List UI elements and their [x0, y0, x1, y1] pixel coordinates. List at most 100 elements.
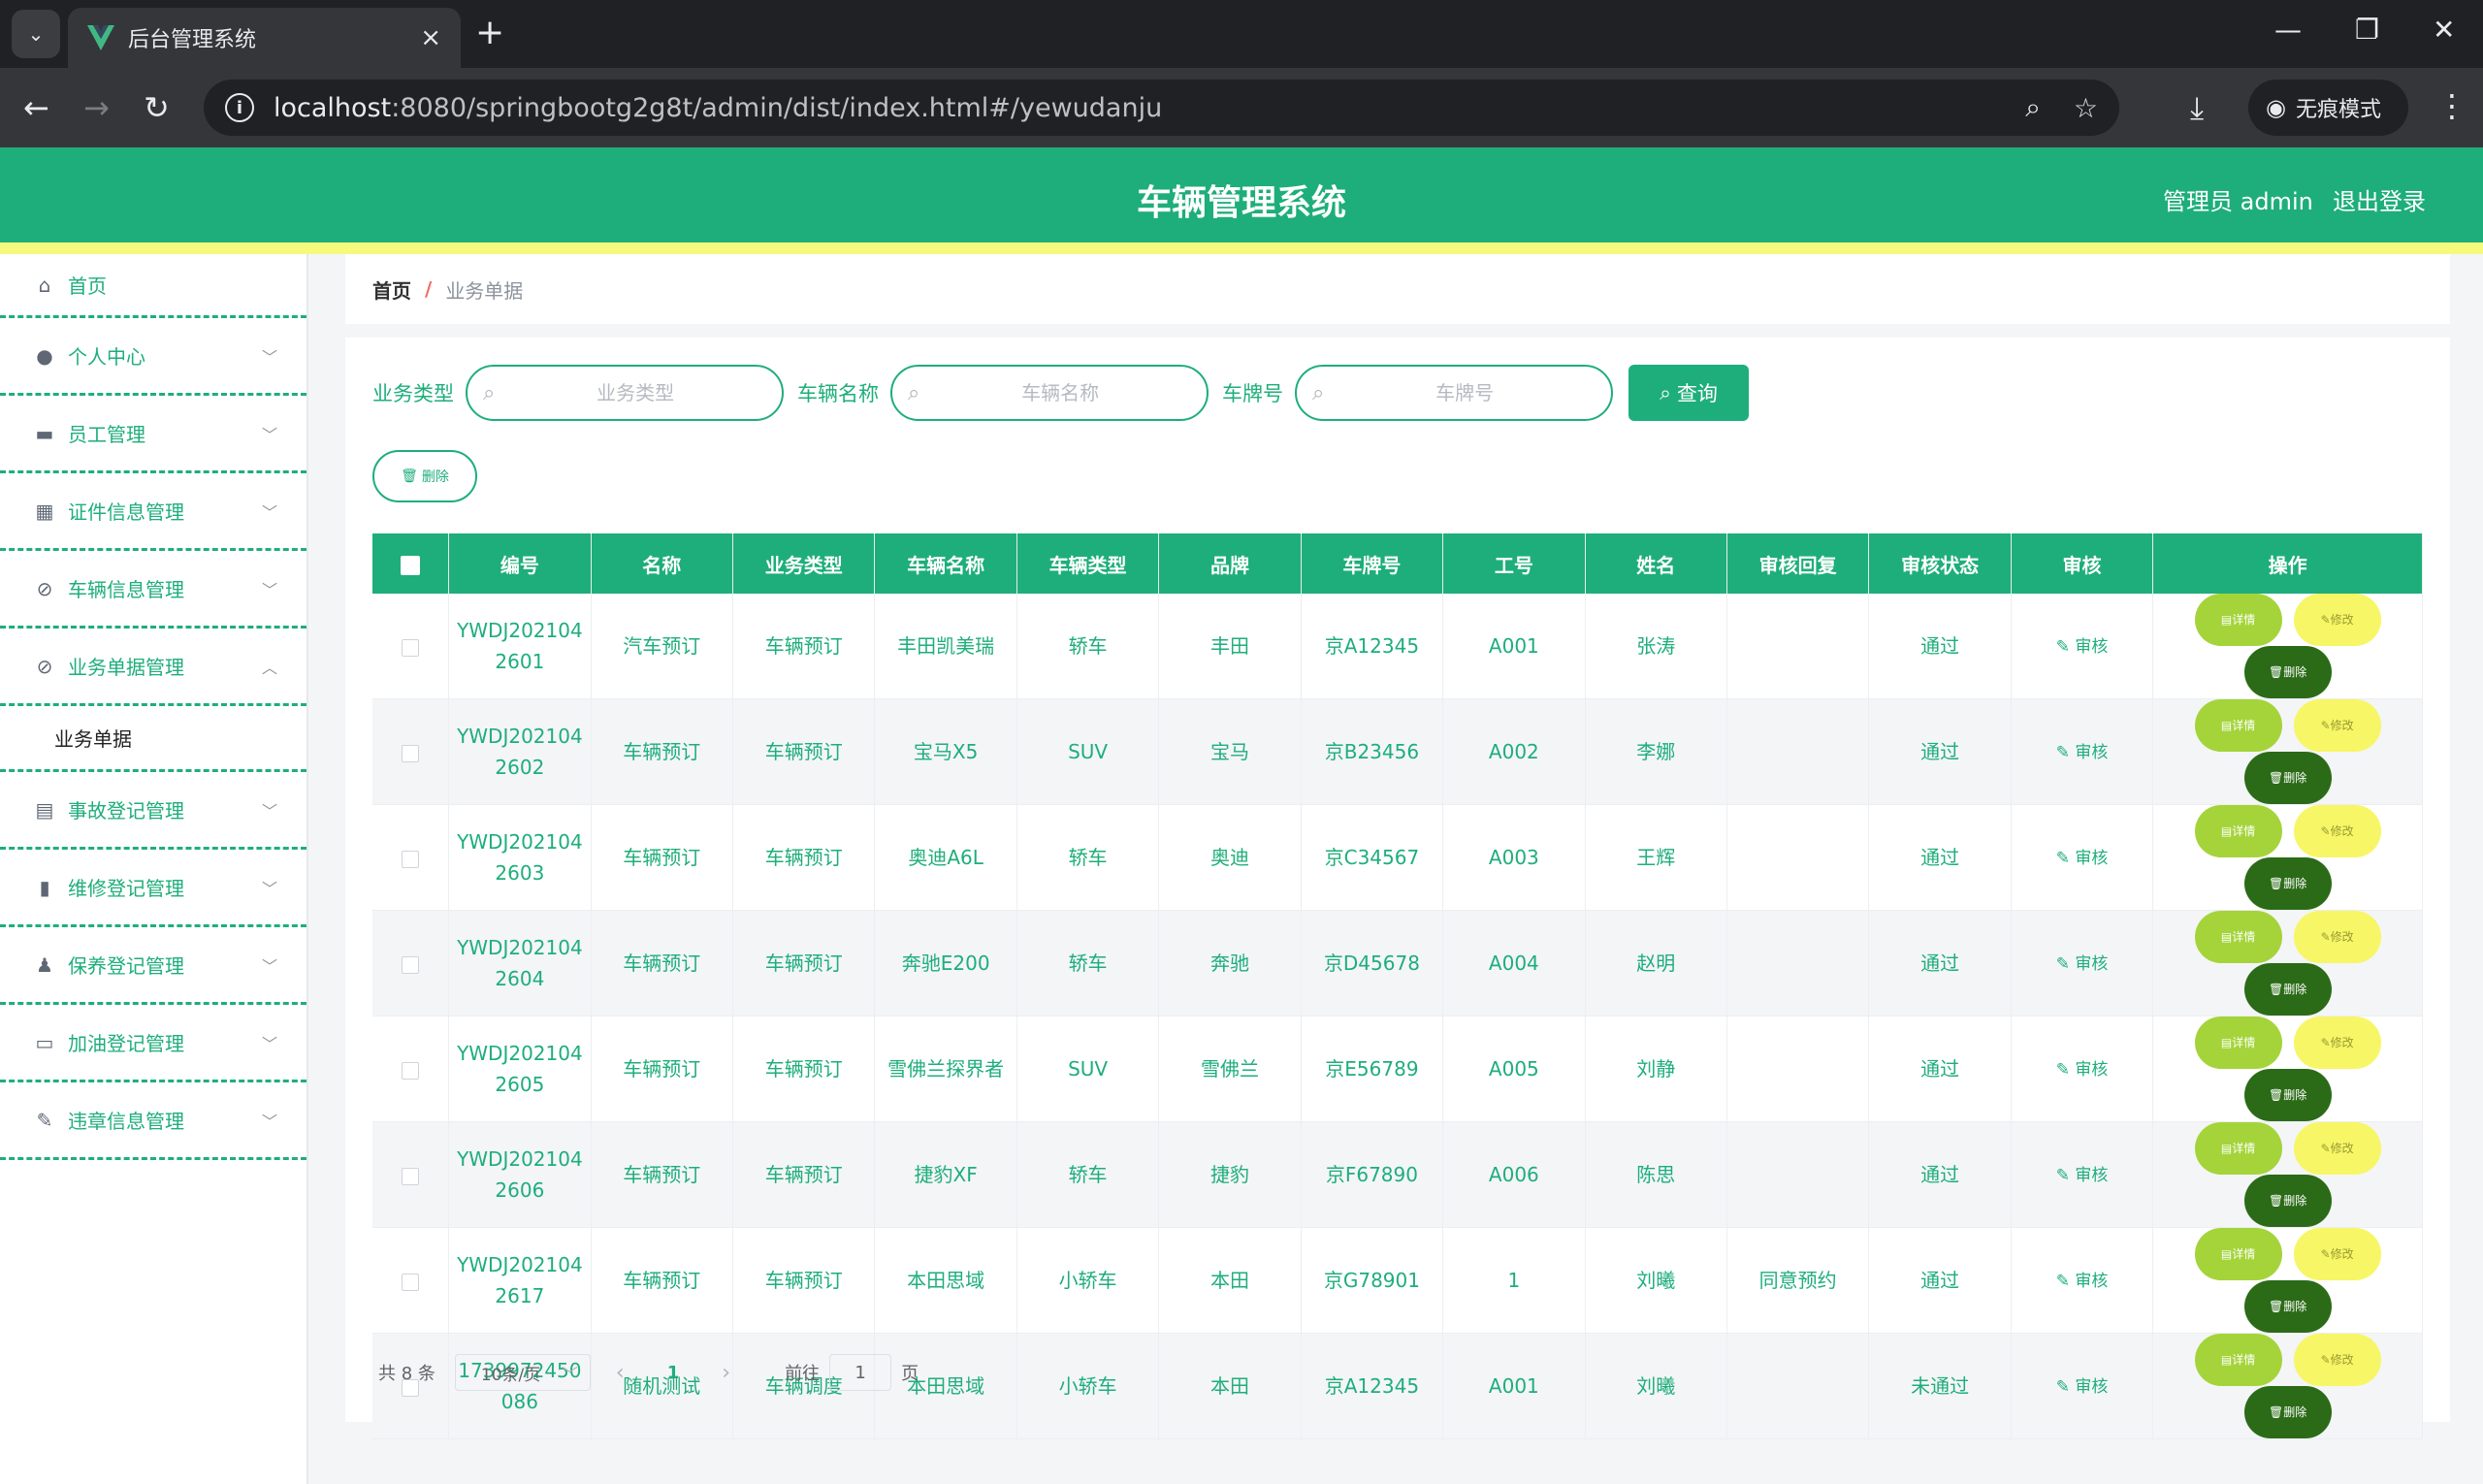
delete-button[interactable]: 🗑 删除: [2243, 1280, 2332, 1333]
tab-search-button[interactable]: ⌄: [12, 10, 60, 58]
audit-link[interactable]: ✎ 审核: [2056, 954, 2109, 974]
delete-button[interactable]: 🗑 删除: [2243, 963, 2332, 1016]
delete-button[interactable]: 🗑 删除: [2243, 857, 2332, 910]
browser-tab[interactable]: 后台管理系统 ×: [68, 8, 461, 68]
prev-page-icon[interactable]: ‹: [616, 1361, 625, 1385]
detail-button[interactable]: ▤ 详情: [2194, 699, 2282, 752]
row-select-cell[interactable]: [372, 1121, 450, 1228]
detail-button[interactable]: ▤ 详情: [2194, 805, 2282, 857]
row-select-cell[interactable]: [372, 804, 450, 911]
reload-icon[interactable]: ↻: [144, 89, 170, 126]
page-number[interactable]: 1: [667, 1363, 680, 1383]
row-checkbox[interactable]: [402, 1061, 420, 1080]
search-plate-field[interactable]: ⌕: [1295, 365, 1613, 421]
forward-icon[interactable]: →: [83, 89, 110, 126]
row-checkbox[interactable]: [402, 850, 420, 868]
sidebar-item-profile[interactable]: ● 个人中心 ﹀: [0, 318, 306, 396]
page-size-select[interactable]: 10条/页 ﹀: [454, 1354, 591, 1391]
audit-link[interactable]: ✎ 审核: [2056, 637, 2109, 657]
select-all-checkbox[interactable]: [401, 555, 421, 575]
goto-page-input[interactable]: 1: [829, 1354, 892, 1391]
detail-button[interactable]: ▤ 详情: [2194, 1122, 2282, 1175]
audit-link[interactable]: ✎ 审核: [2056, 849, 2109, 868]
detail-button[interactable]: ▤ 详情: [2194, 1016, 2282, 1069]
row-select-cell[interactable]: [372, 698, 450, 805]
tab-close-icon[interactable]: ×: [420, 23, 441, 52]
search-vehicle-field[interactable]: ⌕: [890, 365, 1209, 421]
address-bar[interactable]: i localhost:8080/springbootg2g8t/admin/d…: [204, 80, 2119, 136]
query-button[interactable]: ⌕ 查询: [1628, 365, 1749, 421]
minimize-icon[interactable]: —: [2274, 14, 2302, 46]
cell-reply: [1726, 1121, 1870, 1228]
audit-link[interactable]: ✎ 审核: [2056, 743, 2109, 762]
restore-icon[interactable]: ❐: [2355, 14, 2379, 46]
url-text[interactable]: localhost:8080/springbootg2g8t/admin/dis…: [274, 93, 1992, 123]
back-icon[interactable]: ←: [23, 89, 49, 126]
delete-button[interactable]: 🗑 删除: [2243, 1386, 2332, 1438]
delete-button[interactable]: 🗑 删除: [2243, 1175, 2332, 1227]
audit-link[interactable]: ✎ 审核: [2056, 1377, 2109, 1397]
edit-button[interactable]: ✎ 修改: [2293, 1334, 2381, 1386]
sidebar-item-violations[interactable]: ✎ 违章信息管理 ﹀: [0, 1082, 306, 1160]
close-window-icon[interactable]: ✕: [2433, 14, 2455, 46]
search-plate-input[interactable]: [1334, 381, 1596, 404]
search-vehicle-input[interactable]: [929, 381, 1191, 404]
search-type-field[interactable]: ⌕: [466, 365, 784, 421]
row-checkbox[interactable]: [402, 744, 420, 762]
edit-button[interactable]: ✎ 修改: [2293, 699, 2381, 752]
zoom-icon[interactable]: ⌕: [2025, 91, 2041, 124]
row-checkbox[interactable]: [402, 1167, 420, 1185]
sidebar-item-home[interactable]: ⌂ 首页: [0, 254, 306, 318]
row-select-cell[interactable]: [372, 594, 450, 699]
detail-button[interactable]: ▤ 详情: [2194, 594, 2282, 646]
breadcrumb-home[interactable]: 首页: [372, 275, 411, 304]
audit-link[interactable]: ✎ 审核: [2056, 1272, 2109, 1291]
logout-link[interactable]: 退出登录: [2333, 182, 2426, 216]
edit-button[interactable]: ✎ 修改: [2293, 1122, 2381, 1175]
column-header: 姓名: [1585, 533, 1727, 594]
audit-link[interactable]: ✎ 审核: [2056, 1060, 2109, 1080]
bar-chart-icon: ▮: [39, 875, 50, 899]
sidebar-item-certificates[interactable]: ▦ 证件信息管理 ﹀: [0, 473, 306, 551]
bookmark-star-icon[interactable]: ☆: [2074, 92, 2098, 124]
site-info-icon[interactable]: i: [225, 93, 254, 122]
row-checkbox[interactable]: [402, 638, 420, 657]
audit-link[interactable]: ✎ 审核: [2056, 1166, 2109, 1185]
sidebar-item-accidents[interactable]: ▤ 事故登记管理 ﹀: [0, 772, 306, 850]
new-tab-icon[interactable]: +: [475, 14, 504, 52]
cell-vtype: SUV: [1016, 1016, 1160, 1122]
detail-button[interactable]: ▤ 详情: [2194, 1334, 2282, 1386]
sidebar-subitem-business-doc[interactable]: 业务单据: [0, 706, 306, 772]
row-checkbox[interactable]: [402, 955, 420, 974]
edit-button[interactable]: ✎ 修改: [2293, 911, 2381, 963]
edit-button[interactable]: ✎ 修改: [2293, 1228, 2381, 1280]
row-checkbox[interactable]: [402, 1273, 420, 1291]
sidebar-item-repairs[interactable]: ▮ 维修登记管理 ﹀: [0, 850, 306, 927]
delete-button[interactable]: 🗑 删除: [2243, 1069, 2332, 1121]
batch-delete-button[interactable]: 🗑 删除: [372, 450, 477, 502]
sidebar-item-maintenance[interactable]: ♟ 保养登记管理 ﹀: [0, 927, 306, 1005]
edit-button[interactable]: ✎ 修改: [2293, 594, 2381, 646]
delete-button[interactable]: 🗑 删除: [2243, 752, 2332, 804]
cell-id: YWDJ2021042601: [448, 594, 592, 699]
browser-menu-icon[interactable]: ⋮: [2436, 87, 2467, 124]
incognito-badge[interactable]: ◉ 无痕模式: [2248, 80, 2408, 136]
sidebar-item-staff[interactable]: ▬ 员工管理 ﹀: [0, 396, 306, 473]
row-select-cell[interactable]: [372, 910, 450, 1016]
sidebar-item-vehicles[interactable]: ⊘ 车辆信息管理 ﹀: [0, 551, 306, 629]
detail-button[interactable]: ▤ 详情: [2194, 1228, 2282, 1280]
download-icon[interactable]: ⤓: [2190, 89, 2204, 127]
search-type-input[interactable]: [504, 381, 766, 404]
row-select-cell[interactable]: [372, 1227, 450, 1334]
edit-button[interactable]: ✎ 修改: [2293, 1016, 2381, 1069]
delete-button[interactable]: 🗑 删除: [2243, 646, 2332, 698]
edit-button[interactable]: ✎ 修改: [2293, 805, 2381, 857]
cell-vtype: 轿车: [1016, 910, 1160, 1016]
select-all-cell[interactable]: [372, 533, 450, 594]
sidebar-item-refuel[interactable]: ▭ 加油登记管理 ﹀: [0, 1005, 306, 1082]
next-page-icon[interactable]: ›: [722, 1361, 730, 1385]
row-select-cell[interactable]: [372, 1016, 450, 1122]
detail-button[interactable]: ▤ 详情: [2194, 911, 2282, 963]
monitor-icon: ▭: [35, 1030, 54, 1054]
sidebar-item-business-docs[interactable]: ⊘ 业务单据管理 ︿: [0, 629, 306, 706]
